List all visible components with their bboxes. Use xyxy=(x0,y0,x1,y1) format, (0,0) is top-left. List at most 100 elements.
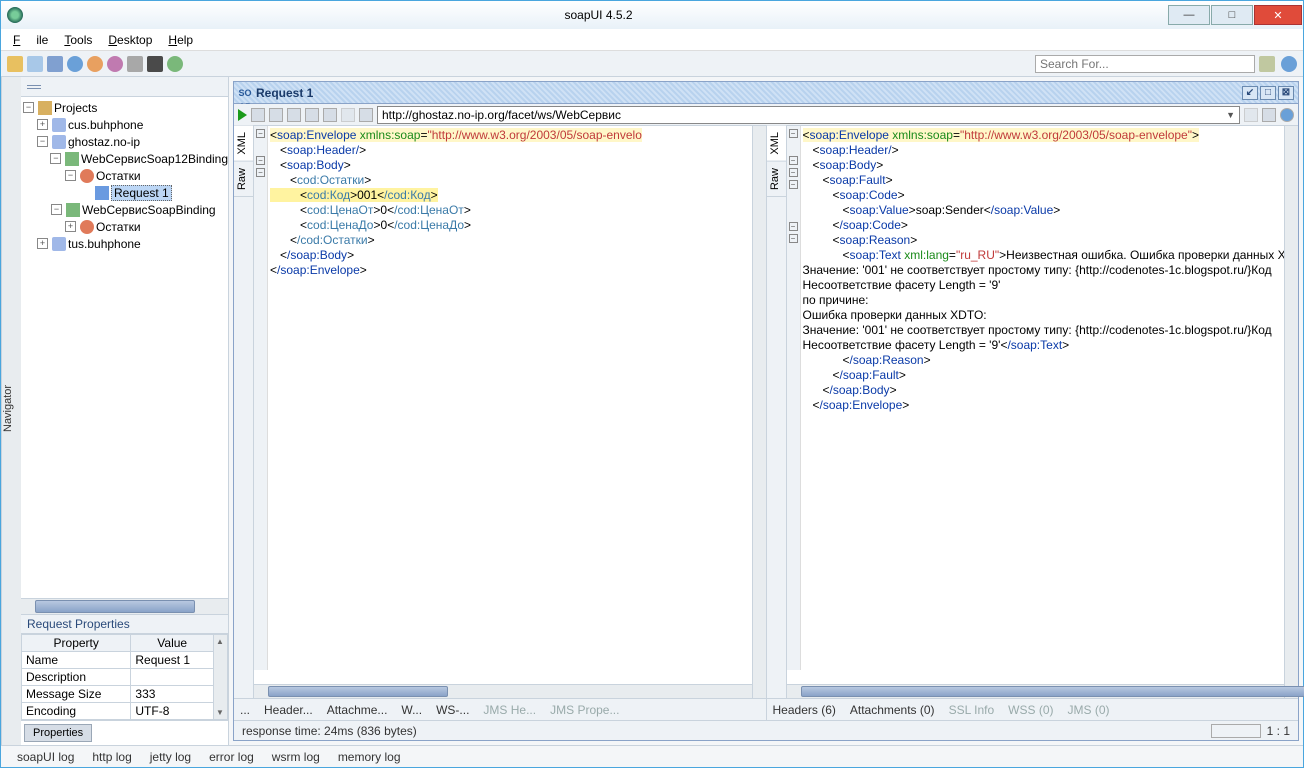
toolbar-pro-icon[interactable] xyxy=(167,56,183,72)
tree-item-selected[interactable]: Request 1 xyxy=(111,185,172,201)
tree-toggle[interactable]: − xyxy=(51,204,62,215)
menu-help[interactable]: Help xyxy=(160,31,201,49)
log-memory[interactable]: memory log xyxy=(338,750,401,764)
tree-toggle[interactable]: + xyxy=(37,238,48,249)
add-assertion-icon[interactable] xyxy=(251,108,265,122)
tree-item[interactable]: WebСервисSoap12Binding xyxy=(81,152,228,166)
tree-toggle[interactable]: − xyxy=(50,153,61,164)
project-tree[interactable]: −Projects +cus.buhphone −ghostaz.no-ip −… xyxy=(21,97,228,598)
tree-item[interactable]: Остатки xyxy=(96,169,141,183)
toolbar-icon[interactable] xyxy=(269,108,283,122)
endpoint-combobox[interactable]: http://ghostaz.no-ip.org/facet/ws/WebСер… xyxy=(377,106,1240,124)
tab-headers[interactable]: Header... xyxy=(264,703,313,717)
request-min-icon[interactable]: ↙ xyxy=(1242,86,1258,100)
close-button[interactable]: ✕ xyxy=(1254,5,1302,25)
toolbar-loadui-icon[interactable] xyxy=(147,56,163,72)
request-view-tabs: XML Raw xyxy=(234,126,254,698)
toolbar-icon[interactable] xyxy=(341,108,355,122)
toolbar-prefs-icon[interactable] xyxy=(107,56,123,72)
tab-jms[interactable]: JMS (0) xyxy=(1068,703,1110,717)
tab-jms-props[interactable]: JMS Prope... xyxy=(550,703,619,717)
tree-item[interactable]: cus.buhphone xyxy=(68,118,143,132)
properties-button[interactable]: Properties xyxy=(24,724,92,742)
toolbar-import-icon[interactable] xyxy=(27,56,43,72)
navigator-tab[interactable]: Navigator xyxy=(1,77,21,745)
menu-file[interactable]: File xyxy=(5,31,56,49)
tree-item[interactable]: ghostaz.no-ip xyxy=(68,135,140,149)
log-soapui[interactable]: soapUI log xyxy=(17,750,74,764)
tab-raw[interactable]: Raw xyxy=(767,162,786,197)
tree-toggle[interactable]: + xyxy=(37,119,48,130)
operation-icon xyxy=(80,169,94,183)
menu-tools[interactable]: Tools xyxy=(56,31,100,49)
log-error[interactable]: error log xyxy=(209,750,254,764)
tab-xml[interactable]: XML xyxy=(234,126,253,162)
log-jetty[interactable]: jetty log xyxy=(150,750,191,764)
menu-desktop[interactable]: Desktop xyxy=(100,31,160,49)
toolbar-icon[interactable] xyxy=(1244,108,1258,122)
request-close-icon[interactable]: ⊠ xyxy=(1278,86,1294,100)
minimize-button[interactable]: — xyxy=(1168,5,1210,25)
fold-gutter[interactable]: −−−−−− xyxy=(787,126,801,670)
tree-toggle[interactable]: − xyxy=(37,136,48,147)
prop-value[interactable]: UTF-8 xyxy=(131,703,214,720)
toolbar-icon[interactable] xyxy=(1262,108,1276,122)
tab-xml[interactable]: XML xyxy=(767,126,786,162)
search-input[interactable] xyxy=(1035,55,1255,73)
tree-toggle[interactable]: − xyxy=(23,102,34,113)
project-icon xyxy=(52,118,66,132)
help-icon[interactable] xyxy=(1280,108,1294,122)
tab-more[interactable]: ... xyxy=(240,703,250,717)
request-titlebar[interactable]: SOAP Request 1 ↙ □ ⊠ xyxy=(234,82,1298,104)
log-wsrm[interactable]: wsrm log xyxy=(272,750,320,764)
projects-icon xyxy=(38,101,52,115)
request-bottom-tabs: ... Header... Attachme... W... WS-... JM… xyxy=(234,698,767,720)
toolbar-tools-icon[interactable] xyxy=(127,56,143,72)
tab-wsrm[interactable]: WS-... xyxy=(436,703,469,717)
toolbar-icon[interactable] xyxy=(305,108,319,122)
tree-item[interactable]: Остатки xyxy=(96,220,141,234)
tab-attachments[interactable]: Attachments (0) xyxy=(850,703,935,717)
request-editor[interactable]: −−− <soap:Envelope xmlns:soap="http://ww… xyxy=(254,126,752,684)
navigator-header xyxy=(21,77,228,97)
prop-value[interactable] xyxy=(131,669,214,686)
prop-key: Name xyxy=(22,652,131,669)
toolbar-forum-icon[interactable] xyxy=(67,56,83,72)
maximize-button[interactable]: □ xyxy=(1211,5,1253,25)
props-scrollbar[interactable]: ▲▼ xyxy=(214,635,228,720)
fold-gutter[interactable]: −−− xyxy=(254,126,268,670)
toolbar-icon[interactable] xyxy=(359,108,373,122)
toolbar-trial-icon[interactable] xyxy=(87,56,103,72)
progress-box xyxy=(1211,724,1261,738)
dropdown-icon[interactable]: ▼ xyxy=(1226,110,1235,120)
prop-value[interactable]: Request 1 xyxy=(131,652,214,669)
submit-button[interactable] xyxy=(238,109,247,121)
response-hscrollbar[interactable] xyxy=(787,684,1285,698)
main-toolbar xyxy=(1,51,1303,77)
toolbar-new-icon[interactable] xyxy=(7,56,23,72)
request-max-icon[interactable]: □ xyxy=(1260,86,1276,100)
request-hscrollbar[interactable] xyxy=(254,684,752,698)
tree-hscrollbar[interactable] xyxy=(21,598,228,614)
tree-item[interactable]: WebСервисSoapBinding xyxy=(82,203,216,217)
request-vscrollbar[interactable] xyxy=(752,126,766,698)
toolbar-icon[interactable] xyxy=(287,108,301,122)
tab-raw[interactable]: Raw xyxy=(234,162,253,197)
toolbar-save-icon[interactable] xyxy=(47,56,63,72)
help-icon[interactable] xyxy=(1281,56,1297,72)
prop-value[interactable]: 333 xyxy=(131,686,214,703)
tab-headers[interactable]: Headers (6) xyxy=(773,703,836,717)
tree-toggle[interactable]: − xyxy=(65,170,76,181)
tab-attachments[interactable]: Attachme... xyxy=(327,703,388,717)
tab-ssl[interactable]: SSL Info xyxy=(949,703,995,717)
log-http[interactable]: http log xyxy=(92,750,131,764)
search-go-icon[interactable] xyxy=(1259,56,1275,72)
response-editor[interactable]: −−−−−− <soap:Envelope xmlns:soap="http:/… xyxy=(787,126,1285,684)
response-vscrollbar[interactable] xyxy=(1284,126,1298,698)
toolbar-icon[interactable] xyxy=(323,108,337,122)
tab-wss[interactable]: WSS (0) xyxy=(1008,703,1053,717)
tab-wsa[interactable]: W... xyxy=(401,703,422,717)
tab-jms-headers[interactable]: JMS He... xyxy=(483,703,536,717)
tree-item[interactable]: tus.buhphone xyxy=(68,237,141,251)
tree-toggle[interactable]: + xyxy=(65,221,76,232)
